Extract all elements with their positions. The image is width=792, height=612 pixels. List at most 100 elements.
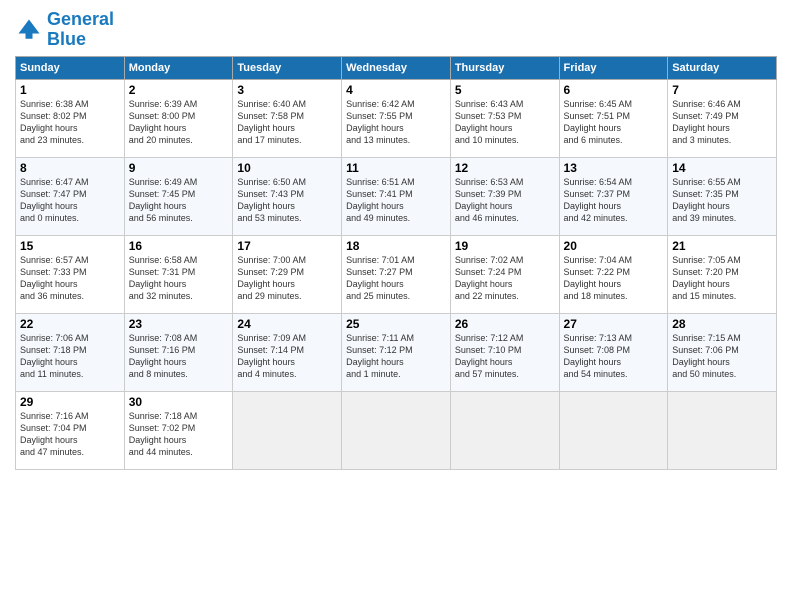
day-info: Sunrise: 6:58 AMSunset: 7:31 PMDaylight … [129,254,229,303]
weekday-header: Saturday [668,56,777,79]
calendar-cell: 9Sunrise: 6:49 AMSunset: 7:45 PMDaylight… [124,157,233,235]
day-number: 15 [20,239,120,253]
day-info: Sunrise: 7:04 AMSunset: 7:22 PMDaylight … [564,254,664,303]
day-info: Sunrise: 6:51 AMSunset: 7:41 PMDaylight … [346,176,446,225]
calendar-cell [342,391,451,469]
calendar-cell: 1Sunrise: 6:38 AMSunset: 8:02 PMDaylight… [16,79,125,157]
calendar-row: 8Sunrise: 6:47 AMSunset: 7:47 PMDaylight… [16,157,777,235]
calendar-cell: 5Sunrise: 6:43 AMSunset: 7:53 PMDaylight… [450,79,559,157]
calendar-cell [450,391,559,469]
calendar-cell: 4Sunrise: 6:42 AMSunset: 7:55 PMDaylight… [342,79,451,157]
day-number: 5 [455,83,555,97]
day-info: Sunrise: 7:09 AMSunset: 7:14 PMDaylight … [237,332,337,381]
calendar-row: 15Sunrise: 6:57 AMSunset: 7:33 PMDayligh… [16,235,777,313]
day-info: Sunrise: 7:12 AMSunset: 7:10 PMDaylight … [455,332,555,381]
calendar-cell: 23Sunrise: 7:08 AMSunset: 7:16 PMDayligh… [124,313,233,391]
logo-text: GeneralBlue [47,10,114,50]
day-number: 25 [346,317,446,331]
day-info: Sunrise: 6:46 AMSunset: 7:49 PMDaylight … [672,98,772,147]
day-number: 2 [129,83,229,97]
day-number: 22 [20,317,120,331]
logo: GeneralBlue [15,10,114,50]
day-number: 13 [564,161,664,175]
day-info: Sunrise: 6:53 AMSunset: 7:39 PMDaylight … [455,176,555,225]
day-info: Sunrise: 7:18 AMSunset: 7:02 PMDaylight … [129,410,229,459]
day-number: 8 [20,161,120,175]
day-info: Sunrise: 7:05 AMSunset: 7:20 PMDaylight … [672,254,772,303]
day-number: 30 [129,395,229,409]
calendar-cell: 15Sunrise: 6:57 AMSunset: 7:33 PMDayligh… [16,235,125,313]
day-info: Sunrise: 6:38 AMSunset: 8:02 PMDaylight … [20,98,120,147]
calendar-cell: 21Sunrise: 7:05 AMSunset: 7:20 PMDayligh… [668,235,777,313]
day-info: Sunrise: 6:39 AMSunset: 8:00 PMDaylight … [129,98,229,147]
day-number: 23 [129,317,229,331]
calendar-cell [233,391,342,469]
day-number: 12 [455,161,555,175]
calendar-cell: 7Sunrise: 6:46 AMSunset: 7:49 PMDaylight… [668,79,777,157]
weekday-header: Thursday [450,56,559,79]
calendar-cell: 12Sunrise: 6:53 AMSunset: 7:39 PMDayligh… [450,157,559,235]
day-info: Sunrise: 7:08 AMSunset: 7:16 PMDaylight … [129,332,229,381]
day-info: Sunrise: 7:00 AMSunset: 7:29 PMDaylight … [237,254,337,303]
calendar-table: SundayMondayTuesdayWednesdayThursdayFrid… [15,56,777,470]
day-number: 20 [564,239,664,253]
calendar-cell: 6Sunrise: 6:45 AMSunset: 7:51 PMDaylight… [559,79,668,157]
calendar-cell: 24Sunrise: 7:09 AMSunset: 7:14 PMDayligh… [233,313,342,391]
day-info: Sunrise: 6:47 AMSunset: 7:47 PMDaylight … [20,176,120,225]
calendar-cell: 11Sunrise: 6:51 AMSunset: 7:41 PMDayligh… [342,157,451,235]
calendar-cell: 22Sunrise: 7:06 AMSunset: 7:18 PMDayligh… [16,313,125,391]
day-info: Sunrise: 7:15 AMSunset: 7:06 PMDaylight … [672,332,772,381]
calendar-cell: 19Sunrise: 7:02 AMSunset: 7:24 PMDayligh… [450,235,559,313]
day-number: 27 [564,317,664,331]
day-info: Sunrise: 6:50 AMSunset: 7:43 PMDaylight … [237,176,337,225]
calendar-cell: 28Sunrise: 7:15 AMSunset: 7:06 PMDayligh… [668,313,777,391]
calendar-row: 22Sunrise: 7:06 AMSunset: 7:18 PMDayligh… [16,313,777,391]
day-number: 6 [564,83,664,97]
calendar-cell: 20Sunrise: 7:04 AMSunset: 7:22 PMDayligh… [559,235,668,313]
day-number: 10 [237,161,337,175]
day-number: 18 [346,239,446,253]
calendar-cell: 13Sunrise: 6:54 AMSunset: 7:37 PMDayligh… [559,157,668,235]
day-info: Sunrise: 6:57 AMSunset: 7:33 PMDaylight … [20,254,120,303]
calendar-cell [559,391,668,469]
day-number: 21 [672,239,772,253]
day-number: 9 [129,161,229,175]
calendar-header-row: SundayMondayTuesdayWednesdayThursdayFrid… [16,56,777,79]
weekday-header: Tuesday [233,56,342,79]
weekday-header: Monday [124,56,233,79]
day-info: Sunrise: 6:54 AMSunset: 7:37 PMDaylight … [564,176,664,225]
weekday-header: Wednesday [342,56,451,79]
calendar-cell: 8Sunrise: 6:47 AMSunset: 7:47 PMDaylight… [16,157,125,235]
day-number: 7 [672,83,772,97]
calendar-cell: 27Sunrise: 7:13 AMSunset: 7:08 PMDayligh… [559,313,668,391]
header: GeneralBlue [15,10,777,50]
day-info: Sunrise: 6:40 AMSunset: 7:58 PMDaylight … [237,98,337,147]
page: GeneralBlue SundayMondayTuesdayWednesday… [0,0,792,612]
calendar-cell: 26Sunrise: 7:12 AMSunset: 7:10 PMDayligh… [450,313,559,391]
day-info: Sunrise: 7:02 AMSunset: 7:24 PMDaylight … [455,254,555,303]
calendar-cell: 16Sunrise: 6:58 AMSunset: 7:31 PMDayligh… [124,235,233,313]
calendar-cell [668,391,777,469]
calendar-cell: 10Sunrise: 6:50 AMSunset: 7:43 PMDayligh… [233,157,342,235]
day-info: Sunrise: 7:13 AMSunset: 7:08 PMDaylight … [564,332,664,381]
calendar-cell: 14Sunrise: 6:55 AMSunset: 7:35 PMDayligh… [668,157,777,235]
calendar-cell: 29Sunrise: 7:16 AMSunset: 7:04 PMDayligh… [16,391,125,469]
calendar-cell: 25Sunrise: 7:11 AMSunset: 7:12 PMDayligh… [342,313,451,391]
day-number: 11 [346,161,446,175]
day-info: Sunrise: 7:11 AMSunset: 7:12 PMDaylight … [346,332,446,381]
weekday-header: Sunday [16,56,125,79]
day-number: 29 [20,395,120,409]
day-info: Sunrise: 7:06 AMSunset: 7:18 PMDaylight … [20,332,120,381]
day-number: 4 [346,83,446,97]
day-info: Sunrise: 6:45 AMSunset: 7:51 PMDaylight … [564,98,664,147]
day-number: 24 [237,317,337,331]
day-info: Sunrise: 6:42 AMSunset: 7:55 PMDaylight … [346,98,446,147]
calendar-cell: 3Sunrise: 6:40 AMSunset: 7:58 PMDaylight… [233,79,342,157]
calendar-row: 29Sunrise: 7:16 AMSunset: 7:04 PMDayligh… [16,391,777,469]
day-info: Sunrise: 6:55 AMSunset: 7:35 PMDaylight … [672,176,772,225]
calendar-cell: 2Sunrise: 6:39 AMSunset: 8:00 PMDaylight… [124,79,233,157]
day-info: Sunrise: 7:01 AMSunset: 7:27 PMDaylight … [346,254,446,303]
day-info: Sunrise: 6:49 AMSunset: 7:45 PMDaylight … [129,176,229,225]
day-number: 19 [455,239,555,253]
calendar-cell: 18Sunrise: 7:01 AMSunset: 7:27 PMDayligh… [342,235,451,313]
